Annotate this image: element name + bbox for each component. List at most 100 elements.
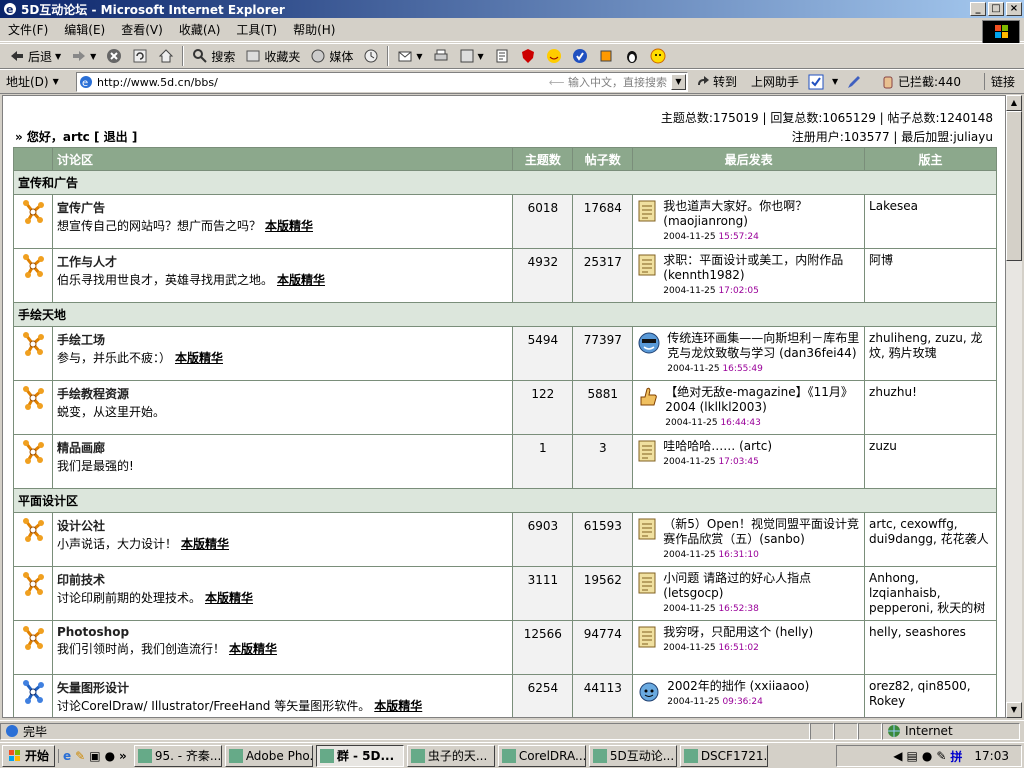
- scroll-up-button[interactable]: ▲: [1006, 95, 1022, 111]
- last-post-title[interactable]: 我也道声大家好。你也啊？(maojianrong): [663, 199, 860, 229]
- taskbar-item[interactable]: 95. - 齐秦...: [133, 744, 222, 767]
- check-icon[interactable]: [808, 74, 824, 90]
- menu-view[interactable]: 查看(V): [113, 21, 171, 38]
- moderators[interactable]: zhuliheng, zuzu, 龙炆, 鸦片玫瑰: [864, 326, 997, 381]
- ie-quicklaunch-icon[interactable]: e: [63, 749, 71, 763]
- menu-file[interactable]: 文件(F): [0, 21, 56, 38]
- media-button[interactable]: 媒体: [305, 45, 358, 67]
- stats-line-1: 主题总数:175019 | 回复总数:1065129 | 帖子总数:124014…: [660, 111, 993, 125]
- helper-button[interactable]: 上网助手: [751, 73, 799, 90]
- smiley-button[interactable]: [541, 45, 567, 67]
- print-button[interactable]: [428, 45, 454, 67]
- last-post-title[interactable]: 哇哈哈哈…… (artc): [663, 439, 772, 454]
- header-moderator: 版主: [864, 147, 997, 171]
- history-button[interactable]: [358, 45, 384, 67]
- refresh-button[interactable]: [127, 45, 153, 67]
- taskbar-item[interactable]: Adobe Pho...: [224, 744, 313, 767]
- address-dropdown[interactable]: ▼: [671, 74, 686, 90]
- essence-link[interactable]: 本版精华: [205, 591, 253, 605]
- pencil-icon[interactable]: [846, 74, 862, 90]
- last-post-title[interactable]: （新5）Open！视觉同盟平面设计竞赛作品欣赏（五）(sanbo): [663, 517, 860, 547]
- scroll-down-button[interactable]: ▼: [1006, 702, 1022, 718]
- taskbar-item[interactable]: 群 - 5D...: [315, 744, 404, 767]
- messenger-icon: [572, 49, 587, 63]
- messenger-button[interactable]: [567, 45, 593, 67]
- moderators[interactable]: artc, cexowffg, dui9dangg, 花花袭人: [864, 512, 997, 567]
- minimize-button[interactable]: _: [970, 2, 986, 16]
- forum-title[interactable]: 宣传广告: [57, 199, 508, 216]
- qq-tray-icon[interactable]: ●: [922, 749, 932, 763]
- essence-link[interactable]: 本版精华: [229, 642, 277, 656]
- forum-title[interactable]: 工作与人才: [57, 253, 508, 270]
- forum-title[interactable]: 手绘教程资源: [57, 385, 508, 402]
- menu-tools[interactable]: 工具(T): [228, 21, 285, 38]
- essence-link[interactable]: 本版精华: [277, 273, 325, 287]
- last-post-title[interactable]: 求职：平面设计或美工，内附作品(kennth1982): [663, 253, 860, 283]
- vertical-scrollbar[interactable]: ▲ ▼: [1006, 95, 1022, 718]
- last-post-title[interactable]: 2002年的拙作 (xxiiaaoo): [667, 679, 809, 694]
- forum-info: 宣传广告 想宣传自己的网站吗？想广而告之吗？ 本版精华: [51, 194, 514, 249]
- more-quicklaunch-icon[interactable]: »: [119, 749, 127, 763]
- search-button[interactable]: 搜索: [187, 45, 240, 67]
- edit-button[interactable]: ▼: [454, 45, 489, 67]
- ime-tray-icon[interactable]: 拼: [950, 748, 962, 765]
- address-input[interactable]: e http://www.5d.cn/bbs/ ⟵ 输入中文，直接搜索 ▼: [76, 72, 688, 92]
- menu-help[interactable]: 帮助(H): [285, 21, 343, 38]
- forum-title[interactable]: 设计公社: [57, 517, 508, 534]
- discuss-button[interactable]: [489, 45, 515, 67]
- menu-edit[interactable]: 编辑(E): [56, 21, 113, 38]
- scroll-thumb[interactable]: [1006, 111, 1022, 261]
- back-button[interactable]: 后退 ▼: [4, 45, 66, 67]
- favorites-button[interactable]: 收藏夹: [240, 45, 305, 67]
- pen-tray-icon[interactable]: ✎: [936, 749, 946, 763]
- essence-link[interactable]: 本版精华: [181, 537, 229, 551]
- essence-link[interactable]: 本版精华: [265, 219, 313, 233]
- popup-blocker[interactable]: 已拦截:440: [880, 73, 961, 90]
- shield-button[interactable]: [515, 45, 541, 67]
- moderators[interactable]: 阿博: [864, 248, 997, 303]
- edit-quicklaunch-icon[interactable]: ▣: [89, 749, 100, 763]
- forward-button[interactable]: ▼: [66, 45, 101, 67]
- taskbar-item[interactable]: CorelDRA...: [497, 744, 586, 767]
- volume-icon[interactable]: ◀: [893, 749, 902, 763]
- stop-button[interactable]: [101, 45, 127, 67]
- start-button[interactable]: 开始: [2, 744, 56, 767]
- category-title[interactable]: 平面设计区: [13, 488, 997, 513]
- essence-link[interactable]: 本版精华: [374, 699, 422, 713]
- moderators[interactable]: Lakesea: [864, 194, 997, 249]
- last-post-title[interactable]: 我穷呀，只配用这个 (helly): [663, 625, 813, 640]
- forum-title[interactable]: Photoshop: [57, 625, 508, 639]
- forum-title[interactable]: 精品画廊: [57, 439, 508, 456]
- maximize-button[interactable]: □: [988, 2, 1004, 16]
- mail-button[interactable]: ▼: [392, 45, 427, 67]
- moderators[interactable]: Anhong, lzqianhaisb, pepperoni, 秋天的树: [864, 566, 997, 621]
- pencil-quicklaunch-icon[interactable]: ✎: [75, 749, 85, 763]
- moderators[interactable]: helly, seashores: [864, 620, 997, 675]
- forum-title[interactable]: 矢量图形设计: [57, 679, 508, 696]
- go-button[interactable]: 转到: [696, 73, 737, 90]
- last-post-title[interactable]: 【绝对无敌e-magazine】《11月》2004 (lkllkl2003): [665, 385, 860, 415]
- taskbar-item[interactable]: 虫子的天...: [406, 744, 495, 767]
- category-title[interactable]: 手绘天地: [13, 302, 997, 327]
- close-button[interactable]: ×: [1006, 2, 1022, 16]
- menu-favorites[interactable]: 收藏(A): [171, 21, 229, 38]
- moderators[interactable]: zhuzhu!: [864, 380, 997, 435]
- last-post-title[interactable]: 小问题 请路过的好心人指点 (letsgocp): [663, 571, 860, 601]
- qq-button[interactable]: [619, 45, 645, 67]
- taskbar-item[interactable]: 5D互动论...: [588, 744, 677, 767]
- favorites-label: 收藏夹: [264, 49, 301, 64]
- tool-button[interactable]: [593, 45, 619, 67]
- links-button[interactable]: 链接: [984, 73, 1015, 90]
- moderators[interactable]: zuzu: [864, 434, 997, 489]
- home-button[interactable]: [153, 45, 179, 67]
- taskbar-item[interactable]: DSCF1721...: [679, 744, 768, 767]
- category-title[interactable]: 宣传和广告: [13, 170, 997, 195]
- network-icon[interactable]: ▤: [907, 749, 918, 763]
- moderators[interactable]: orez82, qin8500, Rokey: [864, 674, 997, 717]
- qq-quicklaunch-icon[interactable]: ●: [105, 749, 115, 763]
- forum-title[interactable]: 手绘工场: [57, 331, 508, 348]
- forum-title[interactable]: 印前技术: [57, 571, 508, 588]
- essence-link[interactable]: 本版精华: [175, 351, 223, 365]
- emoticon-button[interactable]: [645, 45, 671, 67]
- last-post-title[interactable]: 传统连环画集——向斯坦利－库布里克与龙炆致敬与学习 (dan36fei44): [667, 331, 860, 361]
